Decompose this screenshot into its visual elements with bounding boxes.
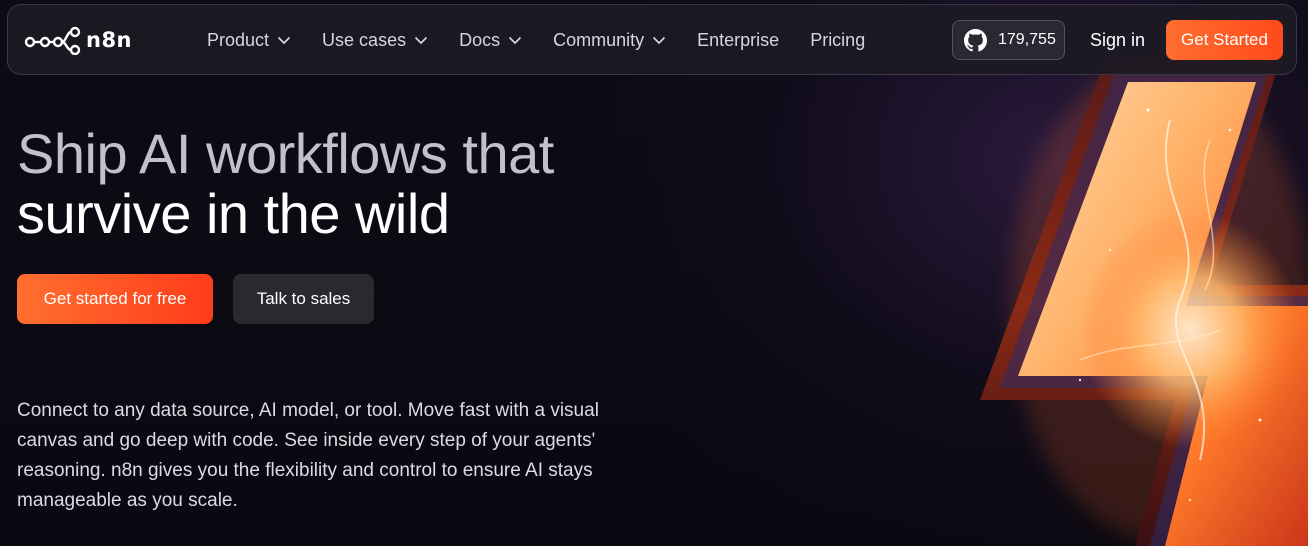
n8n-logo-icon <box>24 26 81 55</box>
get-started-free-button[interactable]: Get started for free <box>17 274 213 324</box>
nav-item-pricing[interactable]: Pricing <box>810 30 865 51</box>
talk-to-sales-button[interactable]: Talk to sales <box>233 274 374 324</box>
github-stars-button[interactable]: 179,755 <box>952 20 1065 60</box>
hero-title-line-2: survive in the wild <box>17 182 450 245</box>
hero-title: Ship AI workflows that survive in the wi… <box>17 124 554 244</box>
chevron-down-icon <box>653 36 666 45</box>
nav-item-docs[interactable]: Docs <box>459 30 522 51</box>
nav-item-label: Use cases <box>322 30 407 50</box>
brand-name: n8n <box>86 28 133 52</box>
lightning-bolt-illustration <box>980 60 1308 546</box>
nav-item-use-cases[interactable]: Use cases <box>322 30 428 51</box>
sign-in-link[interactable]: Sign in <box>1090 30 1145 51</box>
hero-description: Connect to any data source, AI model, or… <box>17 400 599 511</box>
github-star-count: 179,755 <box>998 31 1056 48</box>
nav-item-community[interactable]: Community <box>553 30 666 51</box>
top-navbar: n8n Product Use cases Docs Community Ent… <box>7 4 1297 75</box>
hero-title-line-1: Ship AI workflows that <box>17 122 554 185</box>
nav-item-enterprise[interactable]: Enterprise <box>697 30 779 51</box>
n8n-logo[interactable]: n8n <box>24 25 132 55</box>
chevron-down-icon <box>277 36 291 45</box>
nav-item-label: Enterprise <box>697 30 780 50</box>
get-started-button[interactable]: Get Started <box>1166 20 1283 60</box>
github-icon <box>964 28 987 51</box>
nav-item-label: Community <box>553 30 645 50</box>
chevron-down-icon <box>509 36 522 45</box>
nav-item-label: Product <box>207 30 270 50</box>
nav-item-product[interactable]: Product <box>207 30 291 51</box>
nav-item-label: Docs <box>459 30 501 50</box>
nav-item-label: Pricing <box>810 30 866 50</box>
chevron-down-icon <box>414 36 428 45</box>
nav-links: Product Use cases Docs Community Enterpr… <box>207 5 896 76</box>
landing-page: n8n Product Use cases Docs Community Ent… <box>0 0 1308 546</box>
